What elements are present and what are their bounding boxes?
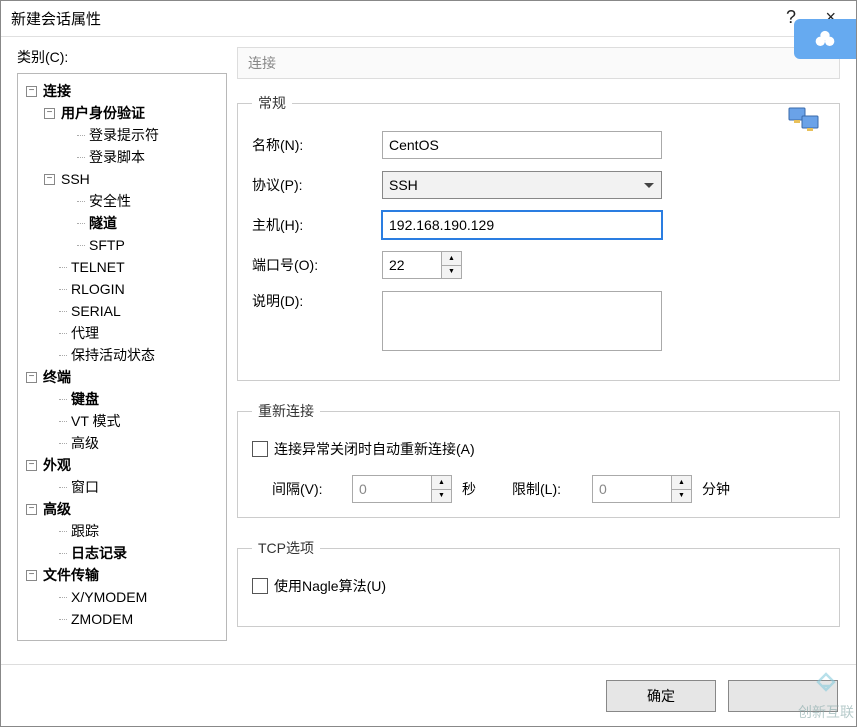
tree-login-script[interactable]: 登录脚本	[87, 146, 147, 168]
spin-up-icon[interactable]: ▲	[672, 476, 691, 490]
tree-logging[interactable]: 日志记录	[69, 542, 129, 564]
tree-window[interactable]: 窗口	[69, 476, 101, 498]
window-title: 新建会话属性	[11, 8, 101, 29]
seconds-label: 秒	[462, 479, 502, 499]
minutes-label: 分钟	[702, 479, 742, 499]
tree-xymodem[interactable]: X/YMODEM	[69, 586, 149, 608]
port-spinner[interactable]: ▲▼	[382, 251, 462, 279]
tree-terminal[interactable]: 终端	[41, 366, 73, 388]
panel-header: 连接	[237, 47, 840, 79]
limit-label: 限制(L):	[512, 479, 582, 499]
dialog-window: 新建会话属性 ? × 类别(C): −连接 −用户身份验证 登录提示符	[0, 0, 857, 727]
spin-down-icon[interactable]: ▼	[442, 266, 461, 279]
cloud-overlay-icon	[794, 19, 856, 59]
expand-icon[interactable]: −	[26, 86, 37, 97]
spin-down-icon[interactable]: ▼	[672, 490, 691, 503]
tree-sftp[interactable]: SFTP	[87, 234, 127, 256]
interval-spinner[interactable]: ▲▼	[352, 475, 452, 503]
tree-tunnel[interactable]: 隧道	[87, 212, 119, 234]
tcp-legend: TCP选项	[252, 538, 320, 558]
tcp-group: TCP选项 使用Nagle算法(U)	[237, 538, 840, 627]
tree-filetransfer[interactable]: 文件传输	[41, 564, 101, 586]
spin-up-icon[interactable]: ▲	[432, 476, 451, 490]
ok-button[interactable]: 确定	[606, 680, 716, 712]
category-tree[interactable]: −连接 −用户身份验证 登录提示符 登录脚本 −SSH	[17, 73, 227, 641]
nagle-checkbox-label: 使用Nagle算法(U)	[274, 576, 386, 596]
protocol-label: 协议(P):	[252, 175, 382, 195]
tree-proxy[interactable]: 代理	[69, 322, 101, 344]
host-label: 主机(H):	[252, 215, 382, 235]
cancel-button[interactable]	[728, 680, 838, 712]
interval-input[interactable]	[352, 475, 432, 503]
reconnect-group: 重新连接 连接异常关闭时自动重新连接(A) 间隔(V): ▲▼ 秒 限制(L):	[237, 401, 840, 518]
expand-icon[interactable]: −	[26, 570, 37, 581]
general-legend: 常规	[252, 93, 292, 113]
reconnect-checkbox-label: 连接异常关闭时自动重新连接(A)	[274, 439, 475, 459]
expand-icon[interactable]: −	[26, 372, 37, 383]
titlebar: 新建会话属性 ? ×	[1, 1, 856, 37]
limit-input[interactable]	[592, 475, 672, 503]
protocol-select[interactable]: SSH	[382, 171, 662, 199]
category-label: 类别(C):	[17, 47, 227, 67]
expand-icon[interactable]: −	[44, 174, 55, 185]
tree-connection[interactable]: 连接	[41, 80, 73, 102]
port-input[interactable]	[382, 251, 442, 279]
tree-advanced[interactable]: 高级	[41, 498, 73, 520]
tree-rlogin[interactable]: RLOGIN	[69, 278, 127, 300]
nagle-checkbox[interactable]	[252, 578, 268, 594]
reconnect-checkbox[interactable]	[252, 441, 268, 457]
port-label: 端口号(O):	[252, 255, 382, 275]
tree-auth[interactable]: 用户身份验证	[59, 102, 147, 124]
tree-login-prompt[interactable]: 登录提示符	[87, 124, 161, 146]
spin-down-icon[interactable]: ▼	[432, 490, 451, 503]
reconnect-legend: 重新连接	[252, 401, 320, 421]
name-input[interactable]	[382, 131, 662, 159]
desc-input[interactable]	[382, 291, 662, 351]
tree-trace[interactable]: 跟踪	[69, 520, 101, 542]
interval-label: 间隔(V):	[272, 479, 342, 499]
general-group: 常规 名称(N): 协议(P): SSH 主机(H): 端口号(O):	[237, 93, 840, 381]
expand-icon[interactable]: −	[44, 108, 55, 119]
tree-appearance[interactable]: 外观	[41, 454, 73, 476]
tree-ssh[interactable]: SSH	[59, 168, 92, 190]
expand-icon[interactable]: −	[26, 460, 37, 471]
footer: 确定	[1, 664, 856, 726]
tree-zmodem[interactable]: ZMODEM	[69, 608, 135, 630]
tree-advanced-term[interactable]: 高级	[69, 432, 101, 454]
spin-up-icon[interactable]: ▲	[442, 252, 461, 266]
tree-serial[interactable]: SERIAL	[69, 300, 123, 322]
tree-security[interactable]: 安全性	[87, 190, 133, 212]
tree-telnet[interactable]: TELNET	[69, 256, 127, 278]
tree-keepalive[interactable]: 保持活动状态	[69, 344, 157, 366]
tree-keyboard[interactable]: 键盘	[69, 388, 101, 410]
host-input[interactable]	[382, 211, 662, 239]
limit-spinner[interactable]: ▲▼	[592, 475, 692, 503]
desc-label: 说明(D):	[252, 291, 382, 311]
name-label: 名称(N):	[252, 135, 382, 155]
tree-vtmode[interactable]: VT 模式	[69, 410, 123, 432]
expand-icon[interactable]: −	[26, 504, 37, 515]
